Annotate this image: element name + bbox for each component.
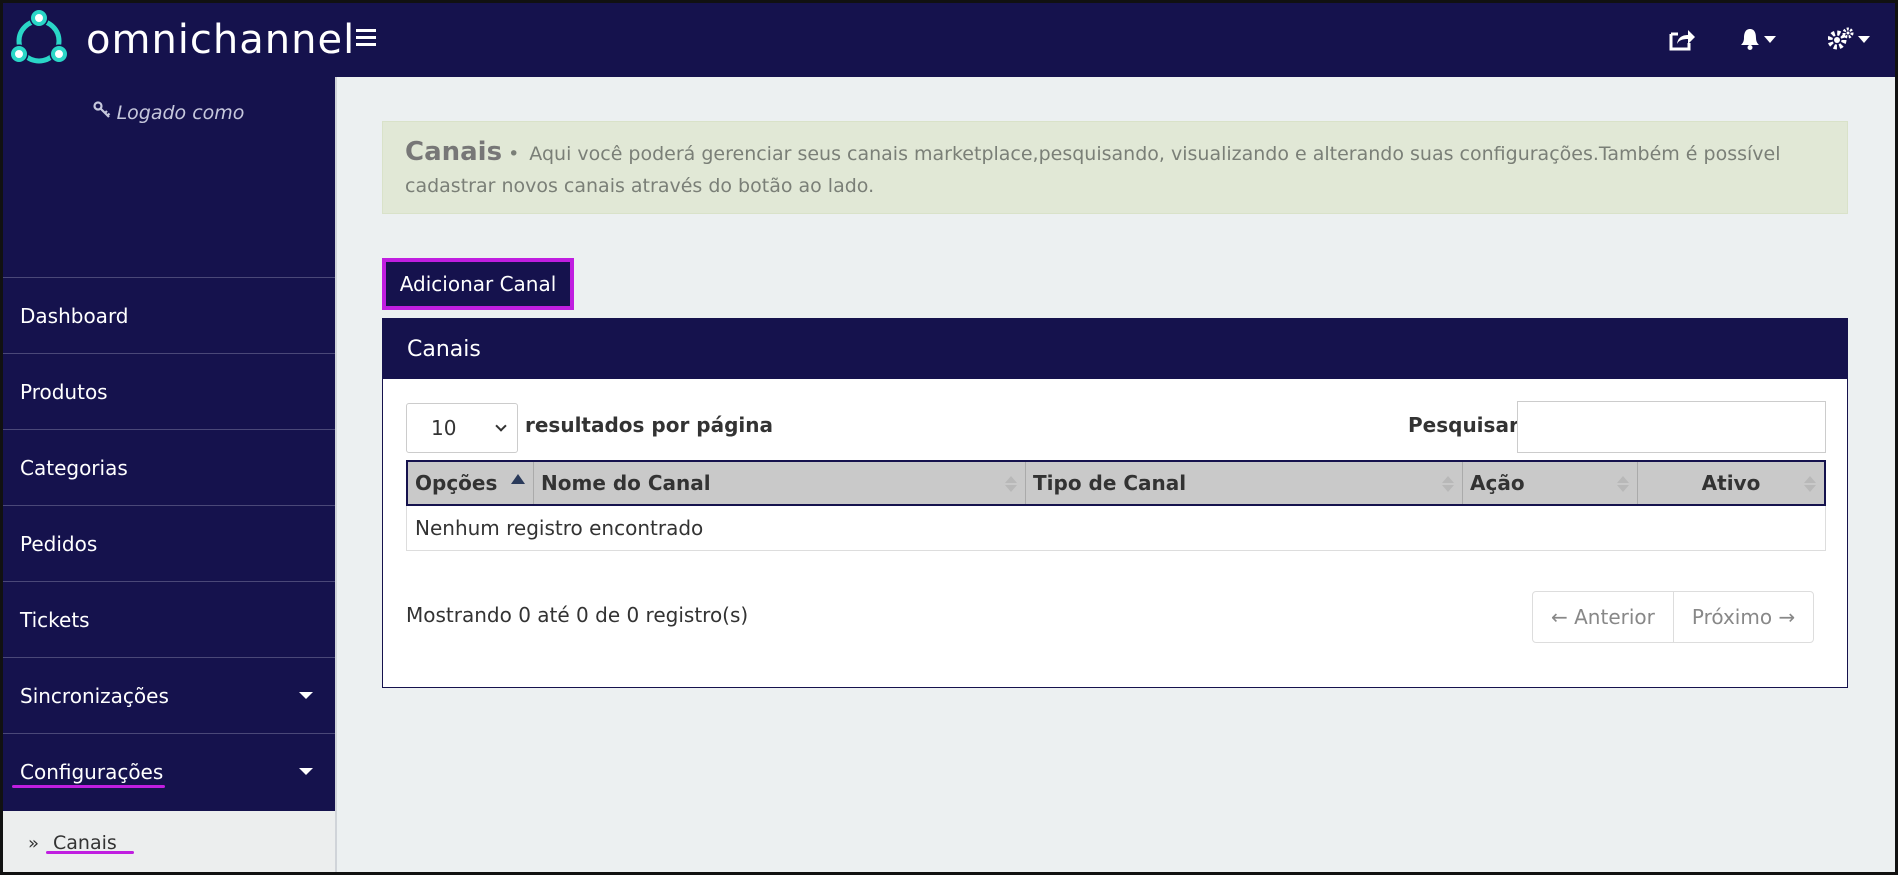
alert-title: Canais [405,137,503,167]
sidebar-item-dashboard[interactable]: Dashboard [0,277,335,353]
sidebar-item-label: Produtos [20,379,108,404]
menu-toggle-icon[interactable] [356,29,376,47]
share-icon[interactable] [1668,22,1696,56]
sidebar-item-label: Tickets [20,607,90,632]
brand[interactable]: omnichannel [6,8,355,72]
sort-icon [1442,476,1454,492]
caret-down-icon [299,692,313,699]
table-info: Mostrando 0 até 0 de 0 registro(s) [406,603,749,627]
column-header-nome-do-canal[interactable]: Nome do Canal [534,462,1026,504]
brand-name: omnichannel [86,17,356,63]
sidebar: Logado como Dashboard Produtos Categoria… [0,77,337,875]
sidebar-item-configuracoes[interactable]: Configurações [0,733,335,809]
double-chevron-right-icon: » [28,832,40,854]
sidebar-item-label: Dashboard [20,303,129,328]
sort-ascending-icon [511,474,525,484]
notifications-bell-icon[interactable] [1740,22,1776,56]
info-alert: Canais • Aqui você poderá gerenciar seus c… [382,121,1848,214]
sort-icon [1804,476,1816,492]
sidebar-item-label: Categorias [20,455,128,480]
next-page-button[interactable]: Próximo → [1672,592,1813,642]
previous-page-button[interactable]: ← Anterior [1533,592,1673,642]
page-length-value: 10 [431,416,457,440]
sidebar-item-tickets[interactable]: Tickets [0,581,335,657]
column-header-tipo-de-canal[interactable]: Tipo de Canal [1026,462,1463,504]
empty-table-row: Nenhum registro encontrado [406,506,1826,551]
sort-icon [1005,476,1017,492]
pagination: ← Anterior Próximo → [1532,591,1815,643]
highlight-underline-canais [46,851,134,854]
page-length-select[interactable]: 10 [406,403,518,453]
column-header-ativo[interactable]: Ativo [1638,462,1824,504]
search-label: Pesquisar [1408,413,1519,437]
sidebar-item-label: Pedidos [20,531,98,556]
sidebar-item-pedidos[interactable]: Pedidos [0,505,335,581]
alert-separator: • [508,143,520,165]
sidebar-item-label: Configurações [20,759,164,784]
submenu-item-canais[interactable]: » Canais [0,811,335,875]
page-length-label: resultados por página [525,413,774,437]
sort-icon [1617,476,1629,492]
chevron-down-icon [495,420,507,432]
table-header-row: Opções Nome do Canal Tipo de Canal Ação … [406,460,1826,506]
key-icon [92,101,111,124]
sidebar-item-produtos[interactable]: Produtos [0,353,335,429]
sidebar-item-categorias[interactable]: Categorias [0,429,335,505]
column-header-opcoes[interactable]: Opções [408,462,534,504]
panel-title: Canais [383,319,1847,379]
logged-as: Logado como [0,101,337,124]
top-navbar: omnichannel [0,0,1898,77]
add-channel-button[interactable]: Adicionar Canal [382,258,574,310]
sidebar-item-label: Sincronizações [20,683,169,708]
settings-gears-icon[interactable] [1828,22,1870,56]
channels-panel: Canais 10 resultados por página Pesquisa… [382,318,1848,688]
alert-text: Aqui você poderá gerenciar seus canais m… [405,143,1781,197]
chevron-down-icon [1764,35,1776,43]
chevron-down-icon [1858,35,1870,43]
caret-down-icon [299,768,313,775]
logged-as-label: Logado como [116,102,245,124]
channels-table: Opções Nome do Canal Tipo de Canal Ação … [406,460,1826,551]
omnichannel-logo-icon [9,8,69,64]
highlight-underline-configuracoes [12,785,165,788]
column-header-acao[interactable]: Ação [1463,462,1638,504]
sidebar-item-sincronizacoes[interactable]: Sincronizações [0,657,335,733]
search-input[interactable] [1517,401,1826,453]
sidebar-menu: Dashboard Produtos Categorias Pedidos Ti… [0,277,335,809]
